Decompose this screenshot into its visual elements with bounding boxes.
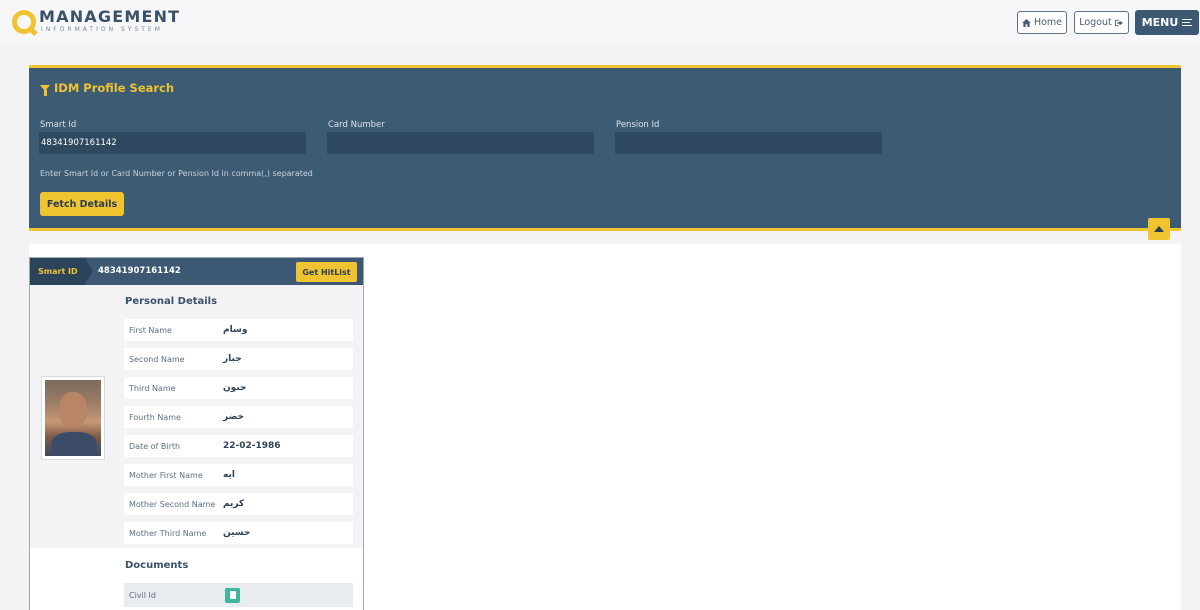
detail-label: First Name [129,325,172,335]
profile-card: Smart ID 48341907161142 Get HitList Pers… [29,257,364,610]
detail-row-second-name: Second Name جبار [124,348,353,370]
detail-value: جبار [223,354,242,364]
collapse-panel-button[interactable] [1148,218,1170,240]
detail-row-mother-second-name: Mother Second Name كريم [124,493,353,515]
pension-id-label: Pension Id [616,120,660,130]
detail-value: 22-02-1986 [223,441,281,451]
profile-photo [41,376,105,460]
hamburger-icon [1182,18,1193,27]
personal-details-title: Personal Details [125,296,218,307]
detail-row-fourth-name: Fourth Name خضر [124,406,353,428]
document-row-civil-id: Civil Id [124,583,353,607]
logo-q-icon [12,10,36,34]
pension-id-input[interactable] [615,132,882,154]
detail-label: Date of Birth [129,441,181,451]
panel-title-text: IDM Profile Search [54,81,175,95]
logo-title: MANAGEMENT [39,7,181,26]
logo[interactable]: MANAGEMENT INFORMATION SYSTEM [12,8,180,34]
detail-value: خضر [223,412,244,422]
smart-id-tag: Smart ID [30,258,93,285]
fetch-details-button[interactable]: Fetch Details [40,192,124,216]
results-area: Smart ID 48341907161142 Get HitList Pers… [29,244,1181,610]
get-hitlist-button[interactable]: Get HitList [296,262,357,282]
detail-value: حسين [223,528,251,538]
detail-label: Mother Third Name [129,528,207,538]
smart-id-label: Smart Id [40,120,77,130]
detail-value: كريم [223,499,245,509]
detail-value: ايه [223,470,235,480]
home-icon [1022,18,1031,27]
detail-label: Mother Second Name [129,499,216,509]
person-photo [45,380,101,456]
documents-title: Documents [125,560,189,571]
logo-subtitle: INFORMATION SYSTEM [41,26,163,33]
logout-icon [1114,19,1123,26]
card-number-label: Card Number [328,120,385,130]
detail-row-third-name: Third Name حنون [124,377,353,399]
detail-label: Fourth Name [129,412,181,422]
card-number-input[interactable] [327,132,594,154]
menu-label: MENU [1141,16,1179,29]
detail-row-mother-first-name: Mother First Name ايه [124,464,353,486]
smart-id-input[interactable] [39,132,306,154]
detail-value: وسام [223,325,248,335]
search-hint: Enter Smart Id or Card Number or Pension… [40,169,313,178]
logout-label: Logout [1079,17,1112,28]
home-label: Home [1033,17,1063,28]
detail-row-first-name: First Name وسام [124,319,353,341]
profile-card-header: Smart ID 48341907161142 Get HitList [30,258,363,285]
top-header: MANAGEMENT INFORMATION SYSTEM Home Logou… [0,0,1200,44]
filter-icon [40,85,50,96]
smart-id-value: 48341907161142 [98,266,181,276]
detail-row-mother-third-name: Mother Third Name حسين [124,522,353,544]
document-icon[interactable] [225,587,240,603]
logout-button[interactable]: Logout [1074,11,1129,34]
detail-label: Mother First Name [129,470,203,480]
detail-label: Second Name [129,354,185,364]
menu-button[interactable]: MENU [1135,10,1199,35]
detail-value: حنون [223,383,247,393]
document-label: Civil Id [129,590,156,600]
caret-up-icon [1154,226,1164,232]
profile-search-panel: IDM Profile Search Smart Id Card Number … [29,65,1181,231]
detail-label: Third Name [129,383,176,393]
home-button[interactable]: Home [1017,11,1067,34]
detail-row-date-of-birth: Date of Birth 22-02-1986 [124,435,353,457]
panel-title: IDM Profile Search [40,81,175,96]
